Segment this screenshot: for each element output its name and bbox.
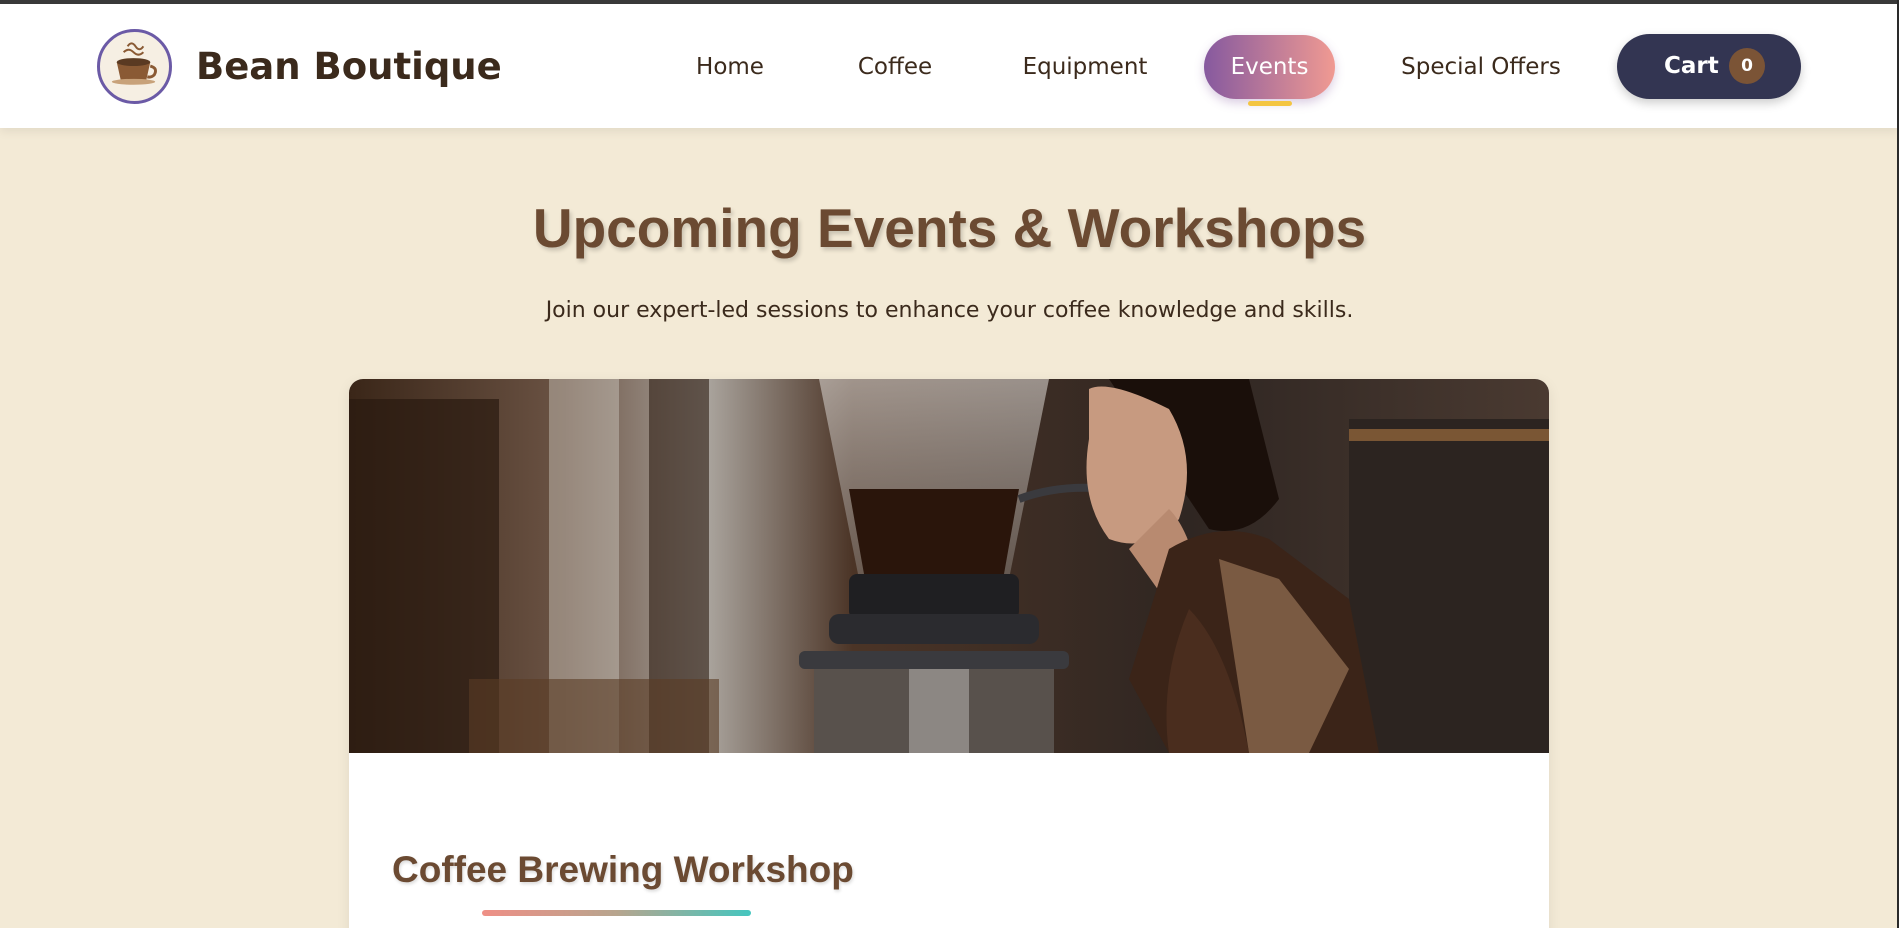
barista-pour-over-photo (349, 379, 1549, 753)
cart-label: Cart (1664, 53, 1719, 79)
nav-home[interactable]: Home (685, 35, 775, 99)
nav-equipment[interactable]: Equipment (1013, 35, 1157, 99)
event-title-underline (482, 910, 751, 916)
cart-count-badge: 0 (1729, 48, 1765, 84)
nav-events[interactable]: Events (1204, 35, 1335, 99)
page-subtitle: Join our expert-led sessions to enhance … (545, 298, 1354, 323)
main-nav: Home Coffee Equipment Events Special Off… (0, 35, 1899, 99)
event-title: Coffee Brewing Workshop (392, 849, 854, 890)
nav-coffee[interactable]: Coffee (845, 35, 945, 99)
cart-button[interactable]: Cart 0 (1617, 34, 1801, 99)
nav-special-offers[interactable]: Special Offers (1391, 35, 1571, 99)
active-nav-indicator (1248, 101, 1292, 106)
event-card[interactable]: Coffee Brewing Workshop (349, 379, 1549, 928)
site-header: Bean Boutique Home Coffee Equipment Even… (0, 4, 1899, 128)
page-title: Upcoming Events & Workshops (532, 197, 1367, 259)
